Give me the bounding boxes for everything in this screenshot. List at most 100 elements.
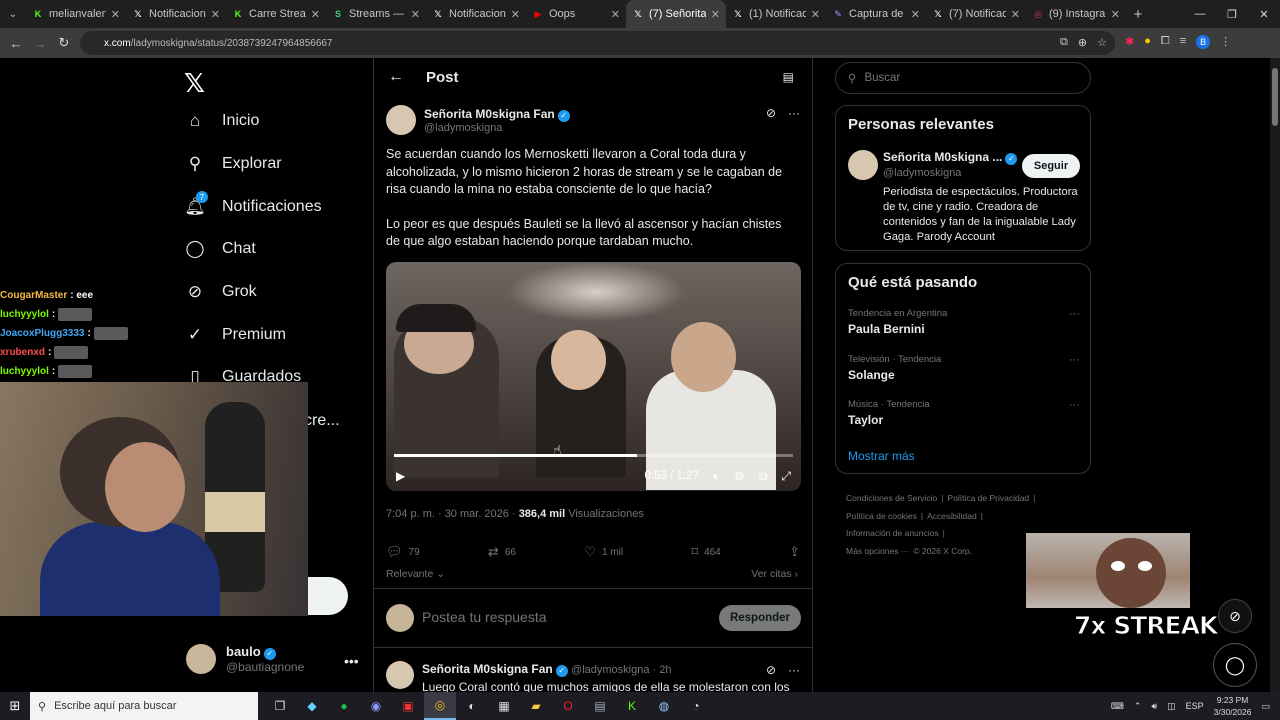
avatar[interactable] — [848, 150, 878, 180]
opera-icon[interactable]: O — [552, 692, 584, 720]
close-tab-icon[interactable]: ✕ — [111, 8, 120, 21]
close-tab-icon[interactable]: ✕ — [911, 8, 920, 21]
footer-link[interactable]: Información de anuncios — [846, 528, 939, 538]
close-tab-icon[interactable]: ✕ — [611, 8, 620, 21]
volume-icon[interactable]: 🔊︎ — [1151, 701, 1157, 712]
post-timestamp[interactable]: 7:04 p. m. · 30 mar. 2026 · — [386, 508, 519, 520]
puzzle-icon[interactable]: ⧠ — [1161, 35, 1170, 49]
nav-item-grok[interactable]: ⊘ Grok — [184, 271, 322, 314]
close-tab-icon[interactable]: ✕ — [811, 8, 820, 21]
maximize-button[interactable]: ❐ — [1216, 0, 1248, 28]
trend-item[interactable]: Música · Tendencia Taylor ··· — [848, 399, 1080, 427]
browser-tab[interactable]: 𝕏 (1) Notificacion ✕ — [726, 0, 826, 28]
reply-button[interactable]: 💬︎ 79 — [386, 544, 420, 560]
extension-icon[interactable]: ● — [1144, 35, 1151, 49]
settings-gear-icon[interactable]: ⚙ — [734, 469, 745, 483]
more-icon[interactable]: ··· — [1069, 399, 1080, 411]
grok-fab-icon[interactable]: ⊘ — [1218, 599, 1252, 633]
chrome-icon[interactable]: ◎ — [424, 692, 456, 720]
bookmark-button[interactable]: ⌑ 464 — [691, 544, 720, 560]
x-logo-icon[interactable]: 𝕏 — [184, 68, 205, 99]
nav-item-notificaciones[interactable]: 🔔︎ 7 Notificaciones — [184, 185, 322, 228]
trend-item[interactable]: Televisión · Tendencia Solange ··· — [848, 354, 1080, 382]
footer-link[interactable]: Condiciones de Servicio — [846, 493, 937, 503]
more-icon[interactable]: ••• — [344, 653, 359, 669]
reply-submit-button[interactable]: Responder — [719, 605, 801, 631]
close-tab-icon[interactable]: ✕ — [411, 8, 420, 21]
task-view-icon[interactable]: ❐ — [264, 692, 296, 720]
grok-icon[interactable]: ⊘ — [766, 106, 776, 120]
show-more-link[interactable]: Mostrar más — [848, 449, 915, 463]
fullscreen-icon[interactable]: ⤢ — [781, 469, 791, 484]
address-bar[interactable]: x.com/ladymoskigna/status/20387392479648… — [80, 31, 1115, 55]
browser-tab[interactable]: 𝕏 Notificaciones ✕ — [126, 0, 226, 28]
profile-avatar[interactable]: B — [1196, 35, 1211, 49]
search-input[interactable]: ⚲ Buscar — [835, 62, 1091, 94]
footer-link[interactable]: Más opciones ··· — [846, 546, 909, 556]
footer-link[interactable]: Política de cookies — [846, 511, 917, 521]
steam-icon[interactable]: ◍ — [648, 692, 680, 720]
tab-search-button[interactable]: ⌄ — [0, 0, 26, 28]
capcut-icon[interactable]: ▦ — [488, 692, 520, 720]
footer-link[interactable]: Política de Privacidad — [947, 493, 1029, 503]
nav-item-premium[interactable]: ✓ Premium — [184, 313, 322, 356]
follow-button[interactable]: Seguir — [1022, 154, 1080, 178]
media-controls-icon[interactable]: ≡ — [1180, 35, 1186, 49]
language-indicator[interactable]: ESP — [1186, 701, 1204, 711]
messages-fab-icon[interactable]: ◯ — [1213, 643, 1257, 687]
nav-item-chat[interactable]: ◯ Chat — [184, 228, 322, 271]
post-author[interactable]: Señorita M0skigna Fan ✓ @ladymoskigna — [386, 105, 570, 135]
app-icon[interactable]: ◔ — [680, 692, 712, 720]
volume-icon[interactable]: 🔈︎ — [713, 469, 720, 484]
close-tab-icon[interactable]: ✕ — [511, 8, 520, 21]
more-icon[interactable]: ··· — [1069, 354, 1080, 366]
close-tab-icon[interactable]: ✕ — [211, 8, 220, 21]
taskbar-search[interactable]: ⚲ Escribe aquí para buscar — [30, 692, 258, 720]
file-explorer-icon[interactable]: ▰ — [520, 692, 552, 720]
kick-icon[interactable]: K — [616, 692, 648, 720]
sort-dropdown[interactable]: Relevante ⌄ — [386, 568, 445, 580]
share-button[interactable]: ⇪ — [789, 544, 800, 560]
more-icon[interactable]: ··· — [788, 663, 800, 677]
play-icon[interactable]: ▶ — [396, 469, 405, 483]
zoom-icon[interactable]: ⊕ — [1078, 36, 1087, 49]
install-app-icon[interactable]: ⧉ — [1060, 36, 1068, 49]
windows-start-icon[interactable]: ⊞ — [0, 698, 30, 714]
clock[interactable]: 9:23 PM 3/30/2026 — [1214, 694, 1252, 718]
close-tab-icon[interactable]: ✕ — [311, 8, 320, 21]
pip-icon[interactable]: ⧉ — [759, 469, 768, 484]
browser-tab[interactable]: ▶ Oops ✕ — [526, 0, 626, 28]
trend-item[interactable]: Tendencia en Argentina Paula Bernini ··· — [848, 308, 1080, 336]
keyboard-icon[interactable]: ⌨ — [1111, 701, 1124, 712]
copilot-icon[interactable]: ◆ — [296, 692, 328, 720]
footer-link[interactable]: © 2026 X Corp. — [913, 546, 972, 556]
network-icon[interactable]: ◫ — [1167, 701, 1176, 712]
account-switcher[interactable]: baulo ✓ @bautiagnone — [186, 644, 304, 674]
browser-tab[interactable]: ◎ (9) Instagram ✕ — [1026, 0, 1126, 28]
close-tab-icon[interactable]: ✕ — [1011, 8, 1020, 21]
minimize-button[interactable]: — — [1184, 0, 1216, 28]
browser-tab[interactable]: 𝕏 (7) Notificacio ✕ — [926, 0, 1026, 28]
close-tab-icon[interactable]: ✕ — [711, 8, 720, 21]
avatar[interactable] — [386, 105, 416, 135]
like-button[interactable]: ♡ 1 mil — [584, 544, 623, 560]
more-icon[interactable]: ··· — [1069, 308, 1080, 320]
reload-icon[interactable]: ↻ — [52, 35, 76, 51]
back-arrow-icon[interactable]: ← — [4, 36, 28, 51]
browser-tab[interactable]: ✎ Captura de pa ✕ — [826, 0, 926, 28]
notification-icon[interactable]: ▭ — [1261, 701, 1270, 712]
forward-arrow-icon[interactable]: → — [28, 36, 52, 51]
video-progress-bar[interactable] — [394, 454, 793, 457]
browser-tab[interactable]: S Streams — MC ✕ — [326, 0, 426, 28]
more-icon[interactable]: ··· — [788, 106, 800, 120]
new-tab-button[interactable]: + — [1126, 6, 1150, 23]
bookmark-star-icon[interactable]: ☆ — [1097, 36, 1107, 49]
close-tab-icon[interactable]: ✕ — [1111, 8, 1120, 21]
browser-menu-icon[interactable]: ⋮ — [1220, 35, 1231, 49]
grok-icon[interactable]: ⊘ — [766, 663, 776, 677]
discord-icon[interactable]: ◉ — [360, 692, 392, 720]
reply-input[interactable]: Postea tu respuesta — [422, 609, 547, 625]
nav-item-inicio[interactable]: ⌂ Inicio — [184, 100, 322, 143]
scrollbar-thumb[interactable] — [1272, 68, 1278, 126]
view-quotes-link[interactable]: Ver citas › — [751, 568, 798, 580]
